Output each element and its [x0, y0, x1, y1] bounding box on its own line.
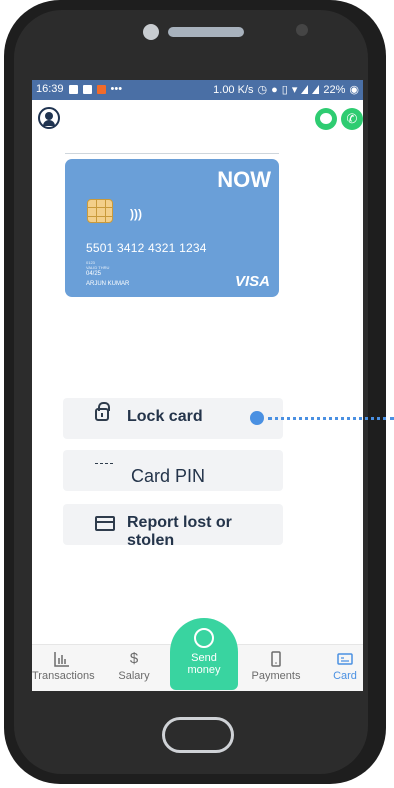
nav-payments-label: Payments — [251, 670, 301, 682]
send-money-button[interactable]: Send money — [170, 618, 238, 690]
visa-logo: VISA — [234, 273, 270, 290]
profile-icon[interactable] — [38, 107, 60, 129]
status-time: 16:39 — [36, 83, 64, 95]
debit-card[interactable]: NOW ))) 5501 3412 4321 1234 0123 VALID T… — [65, 159, 279, 297]
chip-icon — [87, 199, 113, 223]
bar-chart-icon — [54, 652, 69, 667]
tutorial-pointer-dot — [250, 411, 264, 425]
card-divider — [65, 153, 279, 154]
send-label-line2: money — [187, 664, 221, 676]
notification-icon — [68, 84, 78, 94]
app-header: ✆ — [32, 100, 363, 144]
nav-transactions[interactable]: Transactions — [32, 645, 95, 682]
card-icon — [95, 516, 115, 531]
contactless-icon: ))) — [130, 207, 142, 221]
signal-icon — [312, 85, 320, 94]
card-holder: ARJUN KUMAR — [86, 281, 130, 287]
lock-card-label: Lock card — [127, 408, 203, 425]
valid-thru-label: VALID THRU — [86, 265, 110, 270]
battery-level: 22% — [323, 83, 346, 96]
nav-salary-label: Salary — [118, 670, 150, 682]
more-notifications-icon: ••• — [110, 83, 123, 95]
speaker-grille — [168, 27, 244, 37]
app-notification-icon — [96, 84, 106, 94]
pin-icon — [95, 463, 113, 467]
nav-card[interactable]: Card — [315, 645, 375, 682]
dnd-icon: ● — [271, 83, 278, 96]
card-pin-button[interactable]: Card PIN — [63, 450, 283, 491]
nav-payments[interactable]: Payments — [246, 645, 306, 682]
nav-transactions-label: Transactions — [32, 670, 95, 682]
card-expiry: 04/25 — [86, 271, 102, 277]
network-speed: 1.00 K/s — [213, 83, 254, 96]
nav-salary[interactable]: $ Salary — [104, 645, 164, 683]
send-label-line1: Send — [191, 652, 217, 664]
notification-icon — [82, 84, 92, 94]
nav-card-label: Card — [333, 670, 357, 682]
chat-icon[interactable] — [315, 108, 337, 130]
lock-icon — [95, 402, 110, 421]
mobile-icon — [271, 651, 281, 667]
status-bar: 16:39 ••• 1.00 K/s ◷ ● ▯ ▾ 22% ◉ — [32, 80, 363, 100]
tutorial-pointer-line — [268, 417, 394, 423]
home-button[interactable] — [162, 717, 234, 753]
globe-icon — [194, 628, 214, 648]
dollar-icon: $ — [129, 650, 139, 667]
battery-icon: ◉ — [349, 84, 359, 96]
vibrate-icon: ▯ — [281, 84, 288, 96]
status-left: 16:39 ••• — [36, 83, 122, 95]
card-nav-icon — [337, 653, 353, 665]
report-lost-button[interactable]: Report lost or stolen — [63, 504, 283, 549]
wifi-icon: ▾ — [291, 84, 298, 96]
card-brand: NOW — [217, 167, 271, 192]
status-right: 1.00 K/s ◷ ● ▯ ▾ 22% ◉ — [213, 83, 359, 97]
signal-icon — [301, 85, 309, 94]
front-camera — [143, 24, 159, 40]
card-pin-label: Card PIN — [131, 466, 206, 486]
card-number: 5501 3412 4321 1234 — [86, 241, 207, 255]
phone-icon[interactable]: ✆ — [341, 108, 363, 130]
proximity-sensor — [296, 24, 308, 36]
report-lost-label: Report lost or stolen — [127, 514, 232, 549]
alarm-icon: ◷ — [257, 84, 268, 96]
